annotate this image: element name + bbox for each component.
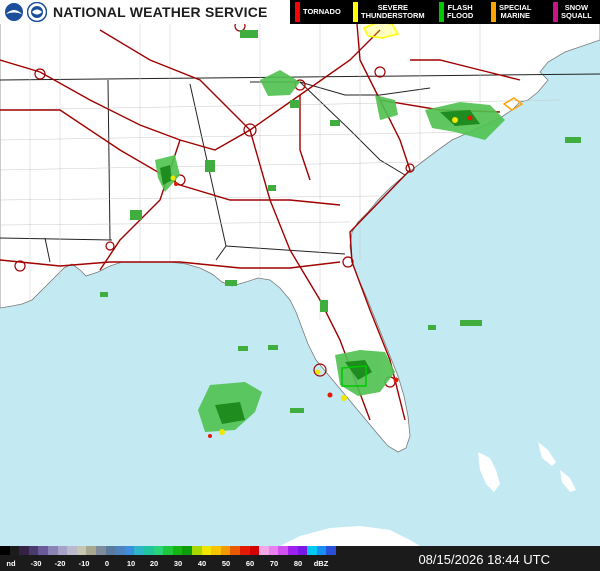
scale-tick-label: -30 [30,559,42,568]
scale-tick-label: 80 [293,559,303,568]
reflectivity-scale: nd -30 -20 -10 0 10 20 30 40 50 60 70 80 dBZ [0,546,337,571]
warning-legend-item: SEVERE THUNDERSTORM [348,0,434,24]
warning-label: SNOW SQUALL [561,3,592,20]
warning-legend-item: TORNADO [290,0,348,24]
scale-tick-label: 30 [173,559,183,568]
scale-color-cell [211,546,222,555]
warning-legend-item: FLASH FLOOD [434,0,486,24]
scale-color-cell [76,546,87,555]
scale-color-cell [0,546,10,555]
scale-tick-label: -20 [54,559,66,568]
scale-color-cell [182,546,193,555]
scale-color-cell [86,546,97,555]
scale-color-cell [105,546,116,555]
scale-color-cell [19,546,30,555]
scale-color-cell [172,546,183,555]
scale-color-cell [48,546,58,555]
scale-color-cell [163,546,174,555]
scale-color-cell [220,546,231,555]
warning-swatch [439,2,444,22]
nws-header: NATIONAL WEATHER SERVICE [0,0,290,24]
scale-color-cell [278,546,289,555]
scale-color-cell [192,546,202,555]
scale-color-cell [307,546,318,555]
scale-color-cell [201,546,212,555]
scale-color-cell [230,546,241,555]
warning-swatch [353,2,358,22]
scale-color-cell [134,546,145,555]
scale-color-cell [144,546,154,555]
scale-color-cell [240,546,250,555]
warning-label: SEVERE THUNDERSTORM [361,3,425,20]
scale-tick-label: dBZ [313,559,329,568]
scale-tick-label: 70 [269,559,279,568]
warning-swatch [491,2,496,22]
scale-tick-label: 20 [149,559,159,568]
scale-color-cell [28,546,39,555]
radar-viewer: NATIONAL WEATHER SERVICE TORNADO SEVERE TH… [0,0,600,571]
scale-color-cell [316,546,327,555]
warning-label: TORNADO [303,7,341,16]
warning-label: FLASH FLOOD [447,3,474,20]
scale-color-cell [288,546,298,555]
scale-color-cell [268,546,279,555]
bottom-bar: nd -30 -20 -10 0 10 20 30 40 50 60 70 80 dBZ 08/15/20… [0,546,600,571]
scale-color-cell [153,546,164,555]
warning-legend: TORNADO SEVERE THUNDERSTORM FLASH FLOOD SPECI… [290,0,600,24]
scale-color-cell [326,546,337,555]
scale-color-cell [249,546,260,555]
scale-color-cell [96,546,106,555]
scale-tick-label: 50 [221,559,231,568]
scale-color-cell [9,546,20,555]
warning-legend-item: SPECIAL MARINE [486,0,548,24]
warning-swatch [295,2,300,22]
scale-color-cell [259,546,270,555]
scale-color-cell [124,546,135,555]
scale-color-cell [297,546,308,555]
warning-legend-item: SNOW SQUALL [548,0,600,24]
radar-map[interactable] [0,0,600,546]
scale-tick-label: -10 [78,559,90,568]
noaa-logo-icon [4,2,24,22]
nws-logo-icon [27,2,47,22]
scale-color-cell [57,546,68,555]
warning-swatch [553,2,558,22]
scale-tick-label: 0 [104,559,110,568]
scale-tick-label: nd [6,559,16,568]
scale-tick-label: 10 [126,559,136,568]
scale-tick-label: 40 [197,559,207,568]
timestamp: 08/15/2026 18:44 UTC [418,552,550,567]
scale-color-cell [115,546,126,555]
scale-color-cell [67,546,78,555]
header-title: NATIONAL WEATHER SERVICE [53,4,268,20]
scale-tick-label: 60 [245,559,255,568]
scale-color-cell [38,546,49,555]
warning-label: SPECIAL MARINE [499,3,532,20]
